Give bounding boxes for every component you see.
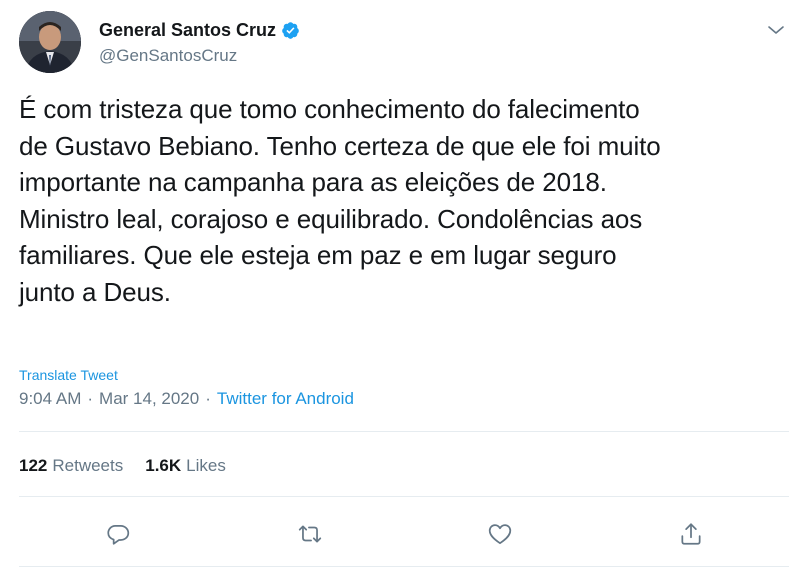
like-button[interactable] [487, 521, 513, 547]
avatar[interactable] [19, 11, 81, 73]
reply-icon [107, 525, 130, 545]
retweets-stat[interactable]: 122 Retweets [19, 456, 123, 476]
retweets-count: 122 [19, 456, 48, 475]
reply-button[interactable] [105, 521, 131, 547]
meta-separator: · [87, 389, 94, 408]
tweet-card: General Santos Cruz @GenSantosCruz É com… [0, 0, 800, 579]
translate-tweet-link[interactable]: Translate Tweet [19, 367, 118, 383]
divider [19, 566, 789, 567]
retweet-icon [298, 525, 322, 543]
author-name-row[interactable]: General Santos Cruz [99, 20, 300, 41]
tweet-meta: 9:04 AM · Mar 14, 2020 · Twitter for And… [19, 389, 354, 409]
likes-count: 1.6K [145, 456, 182, 475]
profile-photo-icon [19, 11, 81, 73]
share-icon [681, 523, 701, 545]
verified-badge-icon [281, 21, 300, 40]
likes-stat[interactable]: 1.6K Likes [145, 456, 226, 476]
tweet-stats: 122 Retweets 1.6K Likes [19, 456, 226, 476]
share-button[interactable] [678, 521, 704, 547]
likes-label: Likes [186, 456, 226, 475]
retweet-button[interactable] [297, 521, 323, 547]
tweet-text: É com tristeza que tomo conhecimento do … [19, 94, 661, 307]
divider [19, 496, 789, 497]
tweet-time[interactable]: 9:04 AM [19, 389, 81, 409]
chevron-down-icon[interactable] [767, 23, 785, 35]
display-name[interactable]: General Santos Cruz [99, 20, 276, 41]
heart-icon [488, 524, 512, 545]
tweet-date[interactable]: Mar 14, 2020 [99, 389, 199, 409]
divider [19, 431, 789, 432]
retweets-label: Retweets [52, 456, 124, 475]
meta-separator: · [205, 389, 211, 408]
tweet-source-link[interactable]: Twitter for Android [217, 389, 354, 409]
author-handle[interactable]: @GenSantosCruz [99, 46, 237, 66]
